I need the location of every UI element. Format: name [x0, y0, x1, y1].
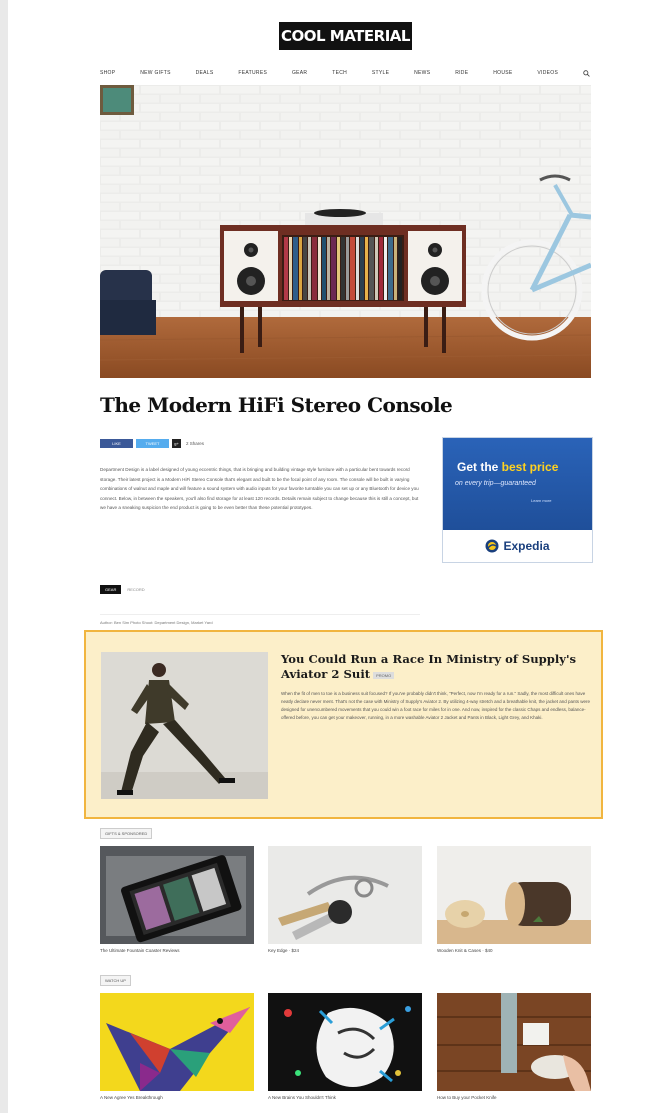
grid-image[interactable] — [437, 846, 591, 944]
sponsored-label: PROMO — [373, 671, 395, 679]
grid-item[interactable]: Wooden Knit & Cases · $40 — [437, 846, 591, 953]
search-icon[interactable] — [583, 69, 590, 77]
grid-item[interactable]: How to Buy your Pocket Knife — [437, 993, 591, 1100]
nav-item-style[interactable]: STYLE — [372, 70, 389, 76]
grid-item[interactable]: A New Agree Yes Breakthrough — [100, 993, 254, 1100]
article-body: Department Design is a label designed of… — [100, 467, 419, 511]
facebook-share-button[interactable]: LIKE — [100, 438, 133, 448]
tag-record[interactable]: RECORD — [127, 587, 144, 592]
grid-image[interactable] — [268, 846, 422, 944]
ad-learn-more[interactable]: Learn more — [531, 498, 551, 503]
sponsored-image[interactable] — [101, 652, 268, 799]
sponsored-post[interactable]: You Could Run a Race In Ministry of Supp… — [84, 630, 603, 819]
nav-item-deals[interactable]: DEALS — [196, 70, 214, 76]
nav-item-videos[interactable]: VIDEOS — [537, 70, 558, 76]
grid-caption[interactable]: How to Buy your Pocket Knife — [437, 1095, 591, 1100]
nav-item-new-gifts[interactable]: NEW GIFTS — [140, 70, 170, 76]
ad-banner[interactable]: Get the best price on every trip—guarant… — [443, 438, 592, 530]
nav-item-news[interactable]: NEWS — [414, 70, 430, 76]
section-label-watch[interactable]: WATCH UP — [100, 975, 131, 986]
grid-caption[interactable]: A New Agree Yes Breakthrough — [100, 1095, 254, 1100]
section-label-gifts[interactable]: GIFTS & SPONSORED — [100, 828, 153, 839]
expedia-ad[interactable]: Get the best price on every trip—guarant… — [442, 437, 593, 563]
page: COOL MATERIAL SHOP NEW GIFTS DEALS FEATU… — [8, 0, 661, 1113]
nav-item-tech[interactable]: TECH — [332, 70, 347, 76]
share-bar: LIKE TWEET g+ 2 Shares — [100, 438, 204, 448]
sponsored-body: When the fit of men to toe is a business… — [281, 691, 590, 720]
nav-item-ride[interactable]: RIDE — [455, 70, 468, 76]
site-logo[interactable]: COOL MATERIAL — [279, 22, 412, 50]
main-nav: SHOP NEW GIFTS DEALS FEATURES GEAR TECH … — [100, 66, 590, 80]
grid-image[interactable] — [100, 846, 254, 944]
nav-item-gear[interactable]: GEAR — [292, 70, 307, 76]
grid-caption[interactable]: Wooden Knit & Cases · $40 — [437, 948, 591, 953]
nav-item-features[interactable]: FEATURES — [238, 70, 267, 76]
ad-brand-bar: Expedia — [443, 530, 592, 562]
grid-image[interactable] — [100, 993, 254, 1091]
twitter-share-button[interactable]: TWEET — [136, 438, 169, 448]
divider — [100, 614, 420, 615]
grid-item[interactable]: Key Edge · $24 — [268, 846, 422, 953]
article-credits: Author: Ben Sim Photo Shoot: Department … — [100, 620, 213, 625]
nav-item-shop[interactable]: SHOP — [100, 70, 115, 76]
grid-image[interactable] — [437, 993, 591, 1091]
google-plus-button[interactable]: g+ — [172, 438, 181, 448]
article-title[interactable]: The Modern HiFi Stereo Console — [100, 393, 580, 417]
ad-subline: on every trip—guaranteed — [455, 480, 536, 487]
grid-item[interactable]: The Ultimate Fountain Coaster Reviews — [100, 846, 254, 953]
share-count: 2 Shares — [186, 440, 205, 446]
ad-headline: Get the best price — [457, 460, 558, 474]
nav-item-house[interactable]: HOUSE — [493, 70, 512, 76]
ad-headline-b: best price — [501, 460, 559, 474]
grid-item[interactable]: A New Brains You Shouldn't Think — [268, 993, 422, 1100]
expedia-globe-icon — [485, 539, 499, 553]
ad-brand: Expedia — [503, 539, 550, 553]
grid-caption[interactable]: The Ultimate Fountain Coaster Reviews — [100, 948, 254, 953]
tag-gear[interactable]: GEAR — [100, 585, 122, 594]
sponsored-title-text: You Could Run a Race In Ministry of Supp… — [281, 652, 577, 681]
sponsored-title[interactable]: You Could Run a Race In Ministry of Supp… — [281, 652, 593, 683]
grid-image[interactable] — [268, 993, 422, 1091]
grid-caption[interactable]: A New Brains You Shouldn't Think — [268, 1095, 422, 1100]
ad-headline-a: Get the — [457, 460, 502, 474]
grid-caption[interactable]: Key Edge · $24 — [268, 948, 422, 953]
article-tags: GEAR RECORD — [100, 585, 145, 594]
hero-image[interactable] — [100, 85, 591, 378]
